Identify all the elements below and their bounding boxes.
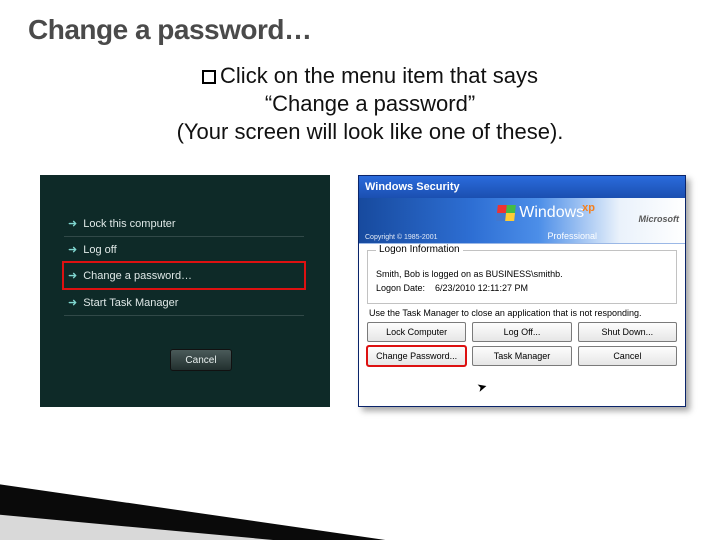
arrow-icon: ➜	[68, 217, 77, 230]
log-off-button[interactable]: Log Off...	[472, 322, 571, 342]
vista-cancel-button[interactable]: Cancel	[170, 349, 232, 371]
shut-down-button[interactable]: Shut Down...	[578, 322, 677, 342]
windows-logo: Windowsxp	[497, 204, 597, 222]
slide-title: Change a password…	[28, 14, 312, 46]
vista-item-label: Start Task Manager	[83, 297, 178, 309]
logon-info-group: Logon Information Smith, Bob is logged o…	[367, 250, 677, 304]
vista-item-label: Change a password…	[83, 270, 192, 282]
xp-banner: Copyright © 1985-2001 Windowsxp Professi…	[359, 198, 685, 244]
cancel-button[interactable]: Cancel	[578, 346, 677, 366]
logon-date-value: 6/23/2010 12:11:27 PM	[435, 283, 528, 293]
windows-flag-icon	[496, 205, 516, 221]
logged-on-text: Smith, Bob is logged on as BUSINESS\smit…	[376, 269, 563, 279]
microsoft-label: Microsoft	[639, 214, 680, 224]
change-password-button[interactable]: Change Password...	[367, 346, 466, 366]
vista-item-change-password[interactable]: ➜ Change a password…	[62, 261, 306, 290]
instruction-line3: (Your screen will look like one of these…	[177, 119, 564, 144]
task-manager-button[interactable]: Task Manager	[472, 346, 571, 366]
xp-copyright: Copyright © 1985-2001	[365, 234, 437, 241]
vista-item-lock[interactable]: ➜ Lock this computer	[64, 211, 304, 237]
cursor-icon: ➤	[475, 379, 488, 395]
instruction-line2: “Change a password”	[265, 91, 475, 116]
xp-security-dialog: Windows Security Copyright © 1985-2001 W…	[358, 175, 686, 407]
instruction-line1: Click on the menu item that says	[220, 63, 538, 88]
xp-professional: Professional	[547, 231, 597, 241]
lock-computer-button[interactable]: Lock Computer	[367, 322, 466, 342]
instruction-text: Click on the menu item that says “Change…	[90, 62, 650, 146]
vista-item-logoff[interactable]: ➜ Log off	[64, 237, 304, 263]
arrow-icon: ➜	[68, 296, 77, 309]
arrow-icon: ➜	[68, 243, 77, 256]
vista-item-label: Lock this computer	[83, 218, 175, 230]
task-manager-hint: Use the Task Manager to close an applica…	[369, 308, 675, 318]
arrow-icon: ➜	[68, 269, 77, 282]
logon-date-label: Logon Date:	[376, 283, 425, 293]
xp-titlebar: Windows Security	[359, 176, 685, 198]
group-legend: Logon Information	[376, 244, 463, 255]
vista-item-label: Log off	[83, 244, 116, 256]
bullet-box-icon	[202, 70, 216, 84]
vista-item-task-manager[interactable]: ➜ Start Task Manager	[64, 290, 304, 316]
vista-security-panel: ➜ Lock this computer ➜ Log off ➜ Change …	[40, 175, 330, 407]
decorative-swoosh	[0, 420, 510, 540]
logo-text: Windows	[519, 204, 584, 221]
logo-xp: xp	[582, 202, 595, 214]
